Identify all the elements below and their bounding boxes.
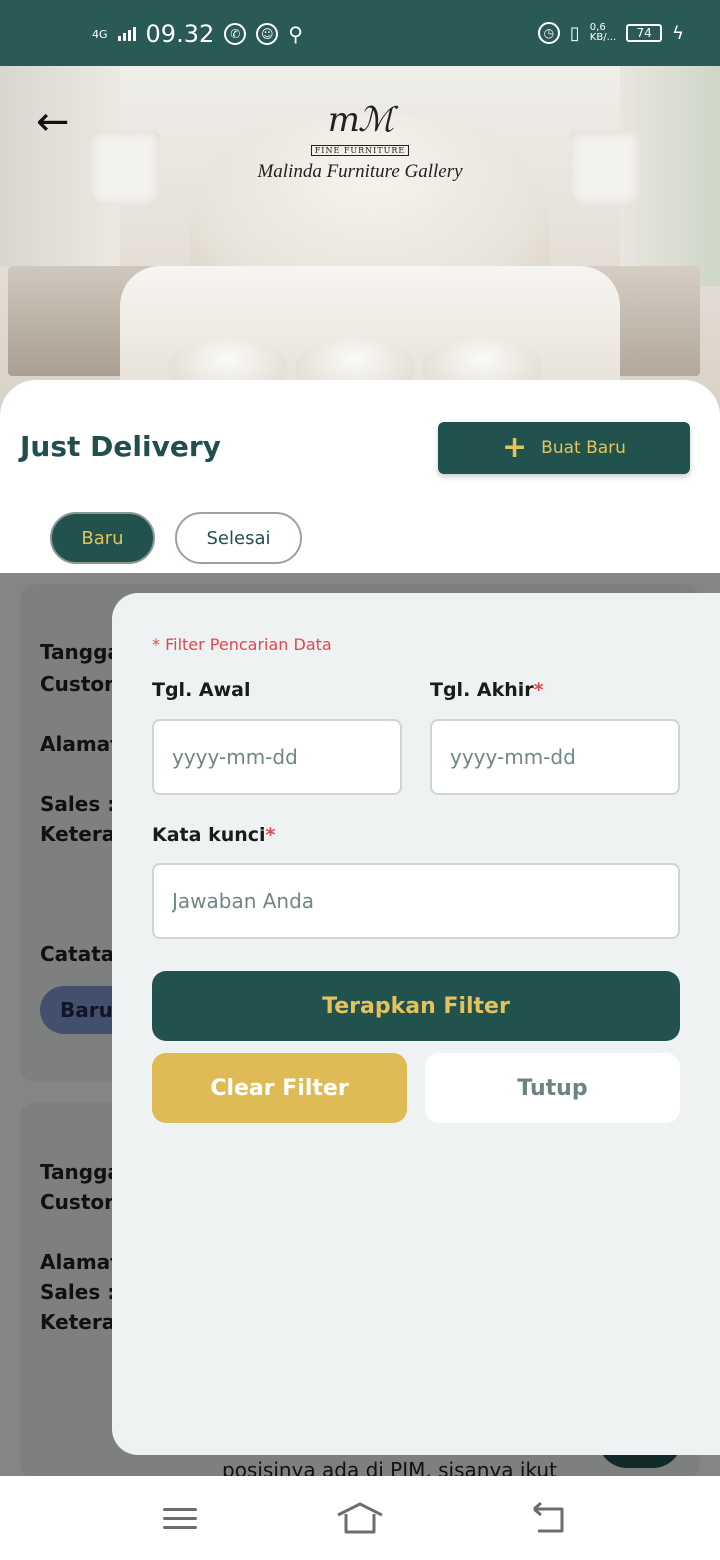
- network-type: 4G: [92, 27, 108, 41]
- close-button[interactable]: Tutup: [425, 1053, 680, 1123]
- app-notification-icon: ☺: [256, 23, 279, 45]
- usb-icon: ⚲: [288, 22, 303, 46]
- network-speed: 0,6 KB/...: [589, 22, 617, 43]
- back-arrow-icon[interactable]: ←: [36, 102, 80, 146]
- battery-icon: 74: [626, 24, 663, 42]
- start-date-input[interactable]: [152, 719, 402, 795]
- back-icon[interactable]: [518, 1496, 578, 1540]
- header-banner-image: ← mℳ FINE FURNITURE Malinda Furniture Ga…: [0, 66, 720, 416]
- create-new-label: Buat Baru: [541, 438, 626, 458]
- logo-tag: FINE FURNITURE: [310, 145, 410, 156]
- keyword-input[interactable]: [152, 863, 680, 939]
- tab-baru[interactable]: Baru: [50, 512, 155, 564]
- alarm-icon: ◷: [537, 22, 560, 44]
- clock: 09.32: [145, 20, 215, 48]
- apply-filter-button[interactable]: Terapkan Filter: [152, 971, 680, 1041]
- required-mark: *: [533, 679, 544, 701]
- end-date-input[interactable]: [430, 719, 680, 795]
- required-mark: *: [265, 824, 276, 846]
- clear-filter-button[interactable]: Clear Filter: [152, 1053, 407, 1123]
- filter-sheet: * Filter Pencarian Data Tgl. Awal Tgl. A…: [112, 593, 720, 1455]
- plus-icon: +: [502, 430, 528, 465]
- whatsapp-icon: ✆: [224, 23, 247, 45]
- start-date-label: Tgl. Awal: [152, 679, 251, 701]
- logo-name: Malinda Furniture Gallery: [257, 161, 463, 182]
- page-title: Just Delivery: [20, 430, 221, 463]
- filter-hint: * Filter Pencarian Data: [152, 635, 332, 654]
- lamp-right: [570, 131, 640, 206]
- lamp-left: [90, 131, 160, 206]
- vibrate-icon: ▯: [569, 22, 580, 44]
- create-new-button[interactable]: + Buat Baru: [438, 422, 690, 474]
- charging-icon: ϟ: [672, 22, 684, 44]
- menu-icon[interactable]: [150, 1496, 210, 1540]
- tab-selesai[interactable]: Selesai: [175, 512, 302, 564]
- status-bar: 4G 09.32 ✆ ☺ ⚲ ◷ ▯ 0,6 KB/... 74 ϟ: [0, 0, 720, 66]
- end-date-label: Tgl. Akhir*: [430, 679, 544, 701]
- system-nav-bar: [0, 1476, 720, 1560]
- logo-mark: mℳ: [327, 100, 395, 140]
- brand-logo: mℳ FINE FURNITURE Malinda Furniture Gall…: [240, 102, 480, 183]
- home-icon[interactable]: [330, 1496, 390, 1540]
- signal-icon: [117, 27, 136, 41]
- keyword-label: Kata kunci*: [152, 824, 276, 846]
